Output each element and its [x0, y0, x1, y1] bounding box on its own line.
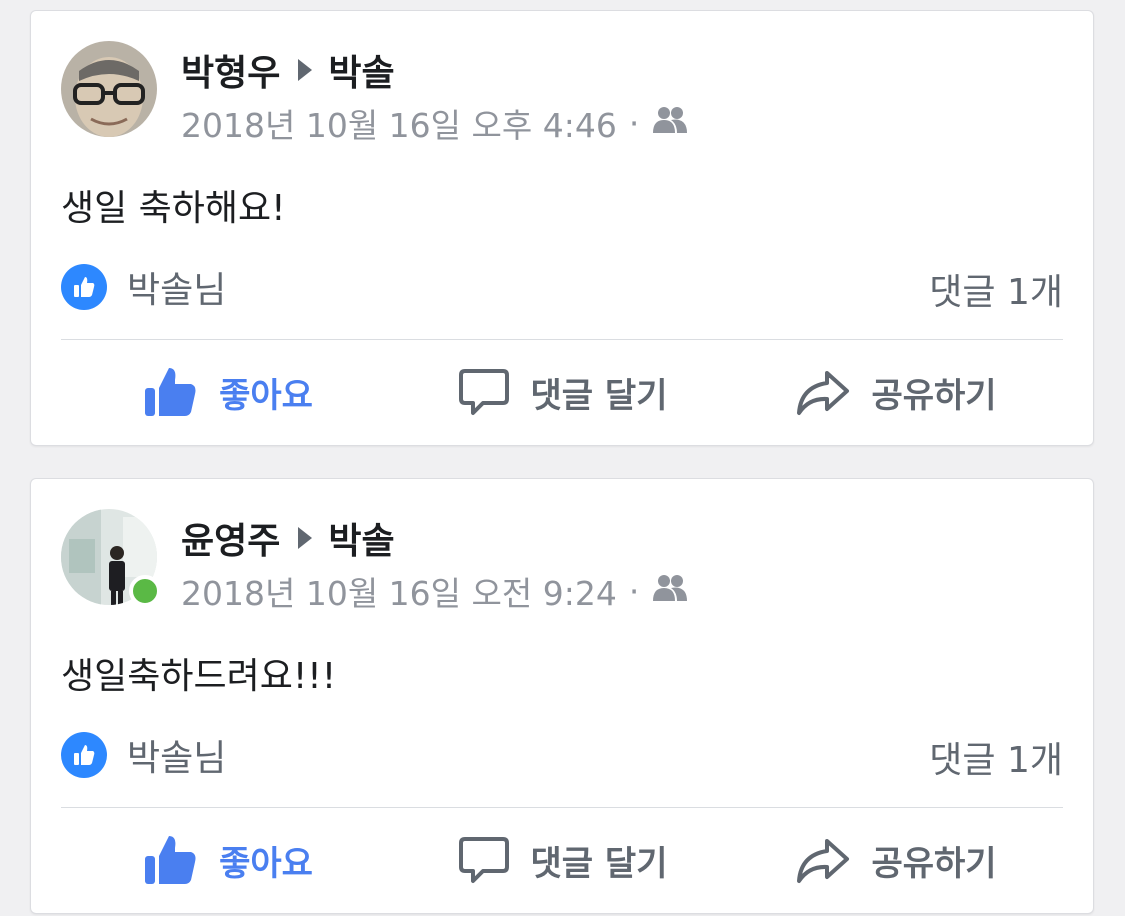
post-header: 박형우 박솔 [181, 45, 395, 95]
comment-count[interactable]: 댓글 1개 [929, 731, 1063, 783]
post-card: 윤영주 박솔 2018년 10월 16일 오전 9:24 · 생일축하드려요!!… [30, 478, 1094, 914]
reaction-summary[interactable]: 박솔님 [61, 261, 226, 313]
author-name[interactable]: 박형우 [181, 44, 280, 96]
post-actions: 좋아요 댓글 달기 공유하기 [61, 819, 1063, 901]
avatar-image [61, 41, 157, 137]
divider [61, 807, 1063, 808]
share-label: 공유하기 [871, 843, 997, 884]
like-label: 좋아요 [219, 843, 313, 884]
friends-icon [651, 572, 689, 611]
post-card: 박형우 박솔 2018년 10월 16일 오후 4:46 · 생일 축하해요! [30, 10, 1094, 446]
like-button[interactable]: 좋아요 [61, 351, 395, 433]
meta-separator: · [628, 103, 640, 143]
divider [61, 339, 1063, 340]
post-header: 윤영주 박솔 [181, 513, 395, 563]
play-arrow-icon [298, 527, 313, 549]
comment-bubble-icon [457, 365, 511, 419]
friends-icon [651, 104, 689, 143]
comment-label: 댓글 달기 [530, 843, 668, 884]
reactors-label: 박솔님 [127, 270, 227, 311]
share-arrow-icon [795, 365, 851, 419]
reaction-summary[interactable]: 박솔님 [61, 729, 226, 781]
play-arrow-icon [298, 59, 313, 81]
post-text: 생일축하드려요!!! [61, 656, 337, 697]
like-reaction-icon [61, 732, 107, 778]
timestamp[interactable]: 2018년 10월 16일 오전 9:24 [181, 567, 617, 615]
post-meta: 2018년 10월 16일 오후 4:46 · [181, 99, 689, 147]
news-feed: 박형우 박솔 2018년 10월 16일 오후 4:46 · 생일 축하해요! [0, 0, 1125, 916]
comment-button[interactable]: 댓글 달기 [395, 819, 729, 901]
like-reaction-icon [61, 264, 107, 310]
thumbs-up-icon [143, 832, 199, 888]
post-actions: 좋아요 댓글 달기 공유하기 [61, 351, 1063, 433]
target-name[interactable]: 박솔 [328, 44, 394, 96]
online-status-indicator [129, 575, 161, 607]
avatar[interactable] [61, 509, 161, 607]
share-button[interactable]: 공유하기 [729, 351, 1063, 433]
avatar[interactable] [61, 41, 157, 137]
target-name[interactable]: 박솔 [328, 512, 394, 564]
like-button[interactable]: 좋아요 [61, 819, 395, 901]
comment-label: 댓글 달기 [530, 375, 668, 416]
reactors-label: 박솔님 [127, 738, 227, 779]
post-meta: 2018년 10월 16일 오전 9:24 · [181, 567, 689, 615]
like-label: 좋아요 [219, 375, 313, 416]
timestamp[interactable]: 2018년 10월 16일 오후 4:46 [181, 99, 617, 147]
comment-bubble-icon [457, 833, 511, 887]
comment-count[interactable]: 댓글 1개 [929, 263, 1063, 315]
share-label: 공유하기 [871, 375, 997, 416]
author-name[interactable]: 윤영주 [181, 512, 280, 564]
comment-button[interactable]: 댓글 달기 [395, 351, 729, 433]
post-text: 생일 축하해요! [61, 188, 286, 229]
thumbs-up-icon [143, 364, 199, 420]
share-button[interactable]: 공유하기 [729, 819, 1063, 901]
meta-separator: · [628, 571, 640, 611]
share-arrow-icon [795, 833, 851, 887]
